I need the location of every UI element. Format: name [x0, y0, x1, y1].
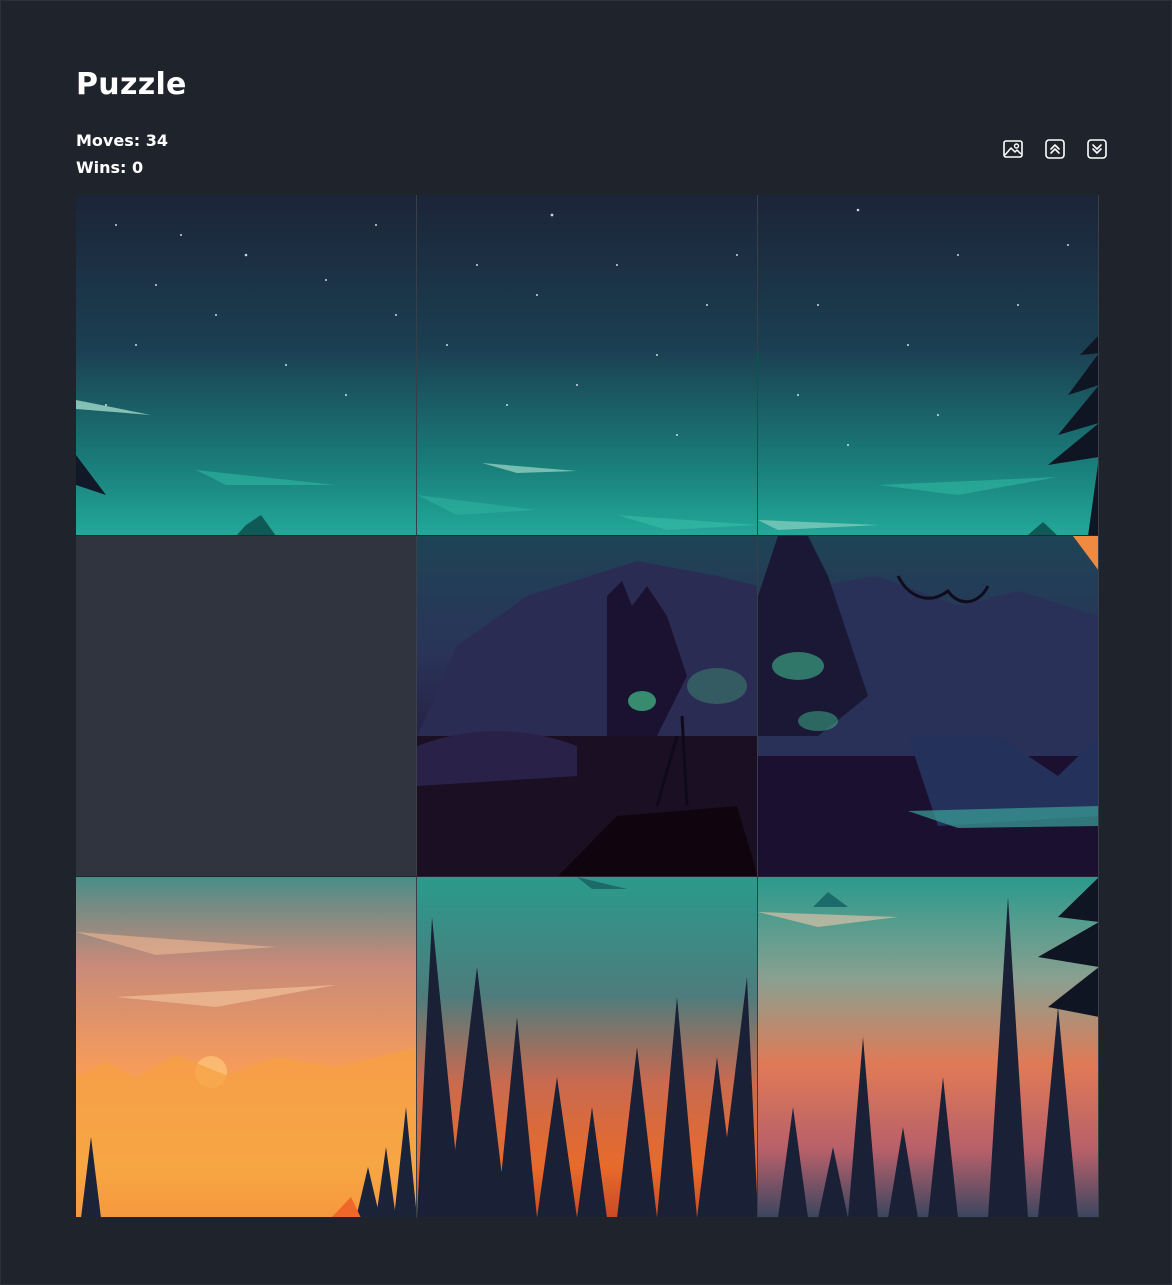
puzzle-board	[76, 195, 1099, 1218]
puzzle-tile-r3c1[interactable]	[76, 877, 417, 1218]
puzzle-tile-r3c2[interactable]	[417, 877, 758, 1218]
puzzle-window: Puzzle Moves: 34 Wins: 0	[0, 0, 1172, 1285]
moves-value: 34	[145, 131, 168, 150]
move-up-button[interactable]	[1044, 138, 1066, 160]
puzzle-tile-r2c2[interactable]	[417, 536, 758, 877]
image-icon	[1003, 140, 1023, 158]
move-down-button[interactable]	[1086, 138, 1108, 160]
wins-label: Wins:	[76, 158, 127, 177]
puzzle-tile-r1c3[interactable]	[758, 195, 1099, 536]
wins-counter: Wins: 0	[76, 154, 168, 181]
double-chevron-down-icon	[1087, 139, 1107, 159]
puzzle-tile-r1c2[interactable]	[417, 195, 758, 536]
wins-value: 0	[132, 158, 144, 177]
empty-tile	[76, 536, 417, 877]
puzzle-tile-r1c1[interactable]	[76, 195, 417, 536]
page-title: Puzzle	[76, 67, 187, 102]
moves-counter: Moves: 34	[76, 127, 168, 154]
puzzle-tile-r3c3[interactable]	[758, 877, 1099, 1218]
moves-label: Moves:	[76, 131, 141, 150]
show-image-button[interactable]	[1002, 138, 1024, 160]
stats-panel: Moves: 34 Wins: 0	[76, 127, 168, 181]
double-chevron-up-icon	[1045, 139, 1065, 159]
puzzle-tile-r2c3[interactable]	[758, 536, 1099, 877]
toolbar	[1002, 138, 1108, 160]
